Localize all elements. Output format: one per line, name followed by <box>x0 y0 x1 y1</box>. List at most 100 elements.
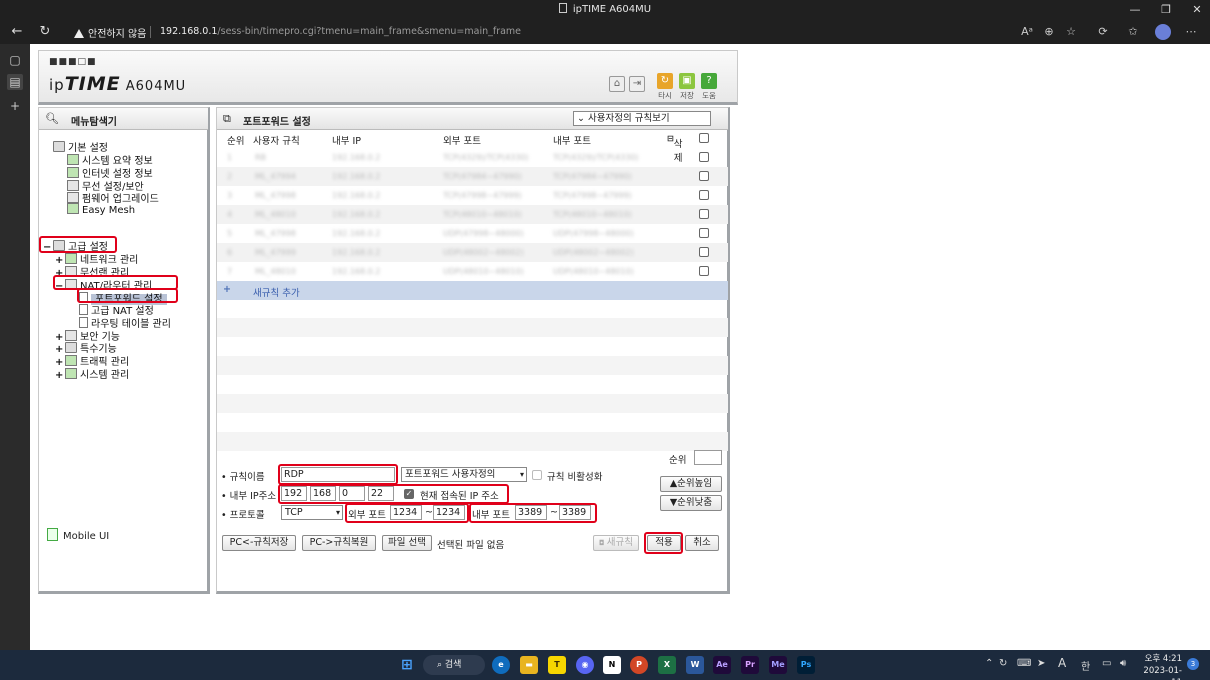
tab-page-icon[interactable]: ▤ <box>7 74 23 90</box>
table-row[interactable]: 7 ML_48010 192.168.0.2 UDP(48010~48010) UDP(… <box>217 262 728 281</box>
tray-font-icon[interactable]: A <box>1058 656 1066 670</box>
row-delete-checkbox[interactable] <box>699 152 709 162</box>
logo-dots: ■■■□■ <box>49 57 97 67</box>
menu-explorer: 🔍︎ 메뉴탐색기 기본 설정 시스템 요약 정보 인터넷 설정 정보 무선 설정… <box>38 107 210 594</box>
notification-badge[interactable]: 3 <box>1187 658 1199 670</box>
discord-icon[interactable]: ◉ <box>576 656 594 674</box>
tray-sync-icon[interactable]: ↻ <box>999 658 1007 669</box>
taskbar-clock[interactable]: 오후 4:212023-01-11 <box>1140 653 1182 680</box>
favorites-icon[interactable]: ✩ <box>1124 23 1142 41</box>
rank-up-button[interactable]: ▲순위높임 <box>660 476 722 492</box>
row-delete-checkbox[interactable] <box>699 171 709 181</box>
tray-chevron-up-icon[interactable]: ⌃ <box>985 658 993 669</box>
mobile-icon <box>47 528 58 541</box>
more-icon[interactable]: ⋯ <box>1182 23 1200 41</box>
add-rule-row[interactable]: + 새규칙 추가 <box>217 281 728 300</box>
tray-volume-icon[interactable]: 🔊︎ <box>1120 658 1126 669</box>
new-rule-icon: ◘ <box>599 539 607 547</box>
tray-network-icon[interactable]: ▭ <box>1102 658 1111 669</box>
current-ip-checkbox[interactable]: ✓ <box>404 489 414 499</box>
row-delete-checkbox[interactable] <box>699 228 709 238</box>
tray-keyboard-icon[interactable]: ⌨ <box>1017 658 1031 669</box>
rank-down-button[interactable]: ▼순위낮춤 <box>660 495 722 511</box>
rule-view-select[interactable]: ⌄ 사용자정의 규칙보기 <box>573 111 711 126</box>
rank-input[interactable] <box>694 450 722 465</box>
start-icon[interactable]: ⊞ <box>398 656 416 674</box>
col-internal-ip: 내부 IP <box>332 136 362 147</box>
table-row[interactable]: 2 ML_47994 192.168.0.2 TCP(47984~47990) TCP(… <box>217 167 728 186</box>
word-icon[interactable]: W <box>686 656 704 674</box>
row-delete-checkbox[interactable] <box>699 247 709 257</box>
delete-all-checkbox[interactable] <box>699 133 709 143</box>
ip-octet-2[interactable]: 168 <box>310 486 336 501</box>
row-delete-checkbox[interactable] <box>699 209 709 219</box>
rule-type-select[interactable]: 포트포워드 사용자정의 ▾ <box>401 467 527 482</box>
maximize-button[interactable]: ❐ <box>1151 0 1181 20</box>
internal-port-to[interactable]: 3389 <box>559 505 591 520</box>
extensions-icon[interactable]: ⟳ <box>1094 23 1112 41</box>
kakaotalk-icon[interactable]: T <box>548 656 566 674</box>
file-select-button[interactable]: 파일 선택 <box>382 535 432 551</box>
ime-indicator[interactable]: 한 <box>1081 658 1090 673</box>
protocol-select[interactable]: TCP ▾ <box>281 505 343 520</box>
new-tab-icon[interactable]: + <box>7 98 23 114</box>
file-explorer-icon[interactable]: ▬ <box>520 656 538 674</box>
mobile-ui-link[interactable]: Mobile UI <box>47 528 109 542</box>
refresh-button[interactable]: ↻ 타시 <box>656 73 674 101</box>
protocol-label: • 프로토콜 <box>221 510 265 521</box>
chevron-down-icon: ⌄ <box>577 113 588 124</box>
logout-icon[interactable]: ⇥ <box>629 76 645 92</box>
tray-send-icon[interactable]: ➤ <box>1037 658 1045 669</box>
save-to-pc-button[interactable]: PC<-규칙저장 <box>222 535 296 551</box>
table-row[interactable]: 6 ML_47999 192.168.0.2 UDP(48002~48002) UDP(… <box>217 243 728 262</box>
document-icon <box>79 317 88 328</box>
rule-name-input[interactable]: RDP <box>281 467 395 482</box>
external-port-to[interactable]: 1234 <box>433 505 465 520</box>
taskbar-search[interactable]: ⌕ 검색 <box>423 655 485 675</box>
nav-system-manage[interactable]: + 시스템 관리 <box>55 366 129 381</box>
window-titlebar: ipTIME A604MU — ❐ ✕ <box>0 0 1210 20</box>
powerpoint-icon[interactable]: P <box>630 656 648 674</box>
photoshop-icon[interactable]: Ps <box>797 656 815 674</box>
ip-octet-4[interactable]: 22 <box>368 486 394 501</box>
row-delete-checkbox[interactable] <box>699 266 709 276</box>
premiere-icon[interactable]: Pr <box>741 656 759 674</box>
zoom-icon[interactable]: ⊕ <box>1040 23 1058 41</box>
cancel-button[interactable]: 취소 <box>685 535 719 551</box>
refresh-icon[interactable]: ↻ <box>36 23 54 41</box>
nav-easy-mesh[interactable]: Easy Mesh <box>67 203 135 216</box>
ip-octet-1[interactable]: 192 <box>281 486 307 501</box>
restore-from-pc-button[interactable]: PC->규칙복원 <box>302 535 376 551</box>
minimize-button[interactable]: — <box>1120 0 1150 20</box>
favorite-add-icon[interactable]: ☆ <box>1062 23 1080 41</box>
table-row[interactable]: 1 RB 192.168.0.2 TCP(4329)/TCP(4330) TCP(432… <box>217 148 728 167</box>
excel-icon[interactable]: X <box>658 656 676 674</box>
edge-icon[interactable]: e <box>492 656 510 674</box>
media-encoder-icon[interactable]: Me <box>769 656 787 674</box>
row-delete-checkbox[interactable] <box>699 190 709 200</box>
back-icon[interactable]: ← <box>8 23 26 41</box>
internal-port-from[interactable]: 3389 <box>515 505 547 520</box>
after-effects-icon[interactable]: Ae <box>713 656 731 674</box>
tab-actions-icon[interactable]: ▢ <box>7 52 23 68</box>
table-row[interactable]: 5 ML_47998 192.168.0.2 UDP(47998~48000) UDP(… <box>217 224 728 243</box>
wireless-icon <box>65 266 77 277</box>
table-row[interactable]: 3 ML_47998 192.168.0.2 TCP(47998~47999) TCP(… <box>217 186 728 205</box>
security-warning[interactable]: 안전하지 않음 <box>74 25 146 40</box>
apply-button[interactable]: 적용 <box>647 535 681 551</box>
table-row[interactable]: 4 ML_48010 192.168.0.2 TCP(48010~48010) TCP(… <box>217 205 728 224</box>
help-button[interactable]: ? 도움 <box>700 73 718 101</box>
menu-explorer-title: 메뉴탐색기 <box>71 117 117 128</box>
home-icon[interactable]: ⌂ <box>609 76 625 92</box>
read-aloud-icon[interactable]: Aᵃ <box>1018 23 1036 41</box>
url-field[interactable]: 안전하지 않음 192.168.0.1/sess-bin/timepro.cgi… <box>62 23 1092 41</box>
new-rule-button[interactable]: ◘ 새규칙 <box>593 535 639 551</box>
close-button[interactable]: ✕ <box>1182 0 1210 20</box>
iptime-logo: ipTIME A604MU <box>49 73 187 95</box>
profile-avatar[interactable] <box>1155 24 1171 40</box>
external-port-from[interactable]: 1234 <box>390 505 422 520</box>
save-button[interactable]: ▣ 저장 <box>678 73 696 101</box>
notion-icon[interactable]: N <box>603 656 621 674</box>
disable-rule-checkbox[interactable] <box>532 470 542 480</box>
ip-octet-3[interactable]: 0 <box>339 486 365 501</box>
